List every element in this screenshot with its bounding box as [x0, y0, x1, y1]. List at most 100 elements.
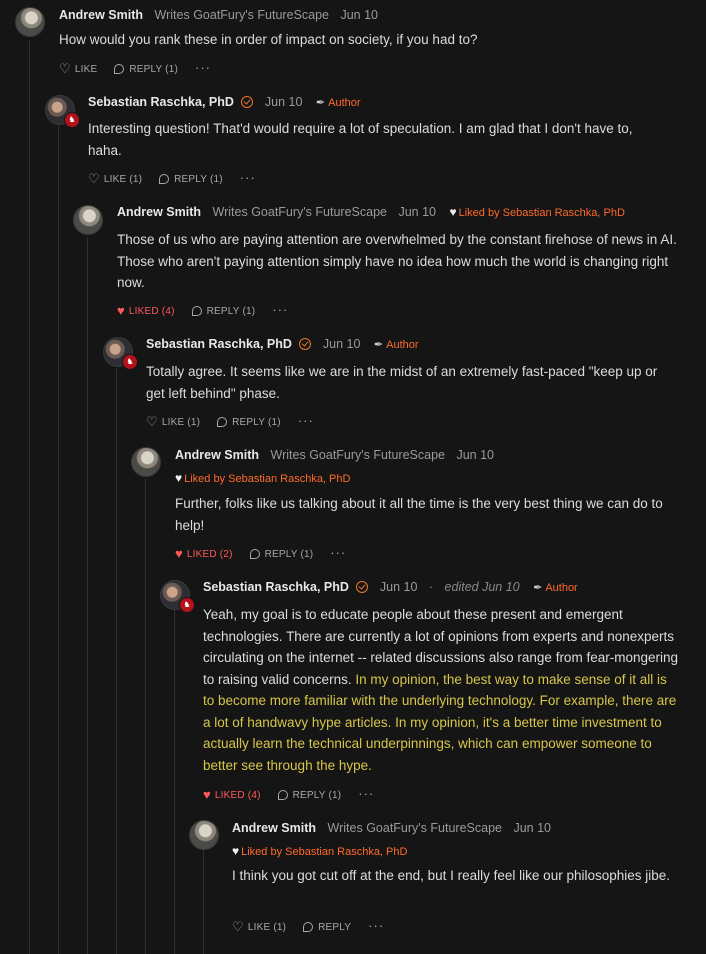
like-button[interactable]: ♥ LIKED (2) — [175, 546, 233, 561]
comment-date[interactable]: Jun 10 — [380, 580, 418, 594]
thread-line — [58, 125, 59, 954]
comment-date[interactable]: Jun 10 — [456, 448, 494, 462]
reply-icon — [217, 417, 228, 427]
comment-actions: ♡ LIKE REPLY (1) ··· — [59, 60, 211, 77]
author-subtitle[interactable]: Writes GoatFury's FutureScape — [213, 205, 387, 219]
heart-icon: ♥ — [175, 471, 183, 485]
verified-icon — [299, 338, 312, 350]
comment-date[interactable]: Jun 10 — [340, 8, 378, 22]
reply-button[interactable]: REPLY (1) — [114, 64, 178, 75]
comment-header: Andrew Smith Writes GoatFury's FutureSca… — [232, 821, 551, 835]
more-icon[interactable]: ··· — [272, 302, 288, 317]
avatar[interactable]: ♞ — [103, 337, 138, 370]
comment-actions: ♡ LIKE (1) REPLY (1) ··· — [146, 413, 314, 430]
comment-date[interactable]: Jun 10 — [323, 337, 361, 351]
separator: · — [428, 580, 434, 594]
comment-date[interactable]: Jun 10 — [513, 821, 551, 835]
comment-date[interactable]: Jun 10 — [265, 95, 303, 109]
reply-icon — [303, 922, 314, 932]
author-name[interactable]: Andrew Smith — [232, 821, 316, 835]
thread-line — [203, 850, 204, 954]
reply-button[interactable]: REPLY (1) — [249, 549, 314, 560]
avatar[interactable] — [73, 205, 103, 235]
like-button[interactable]: ♡ LIKE (1) — [146, 414, 200, 430]
more-icon[interactable]: ··· — [195, 60, 211, 75]
author-name[interactable]: Sebastian Raschka, PhD — [146, 337, 292, 351]
comment-actions: ♥ LIKED (4) REPLY (1) ··· — [117, 302, 288, 318]
reply-button[interactable]: REPLY (1) — [217, 417, 281, 428]
more-icon[interactable]: ··· — [358, 786, 374, 801]
heart-icon: ♥ — [203, 787, 211, 802]
reply-button[interactable]: REPLY (1) — [191, 306, 256, 317]
heart-icon: ♡ — [232, 919, 244, 934]
comment-actions: ♡ LIKE (1) REPLY (1) ··· — [88, 170, 256, 187]
comment-header: Sebastian Raschka, PhD Jun 10 · edited J… — [203, 580, 578, 594]
thread-line — [87, 237, 88, 954]
reply-icon — [159, 174, 170, 184]
comment-text: How would you rank these in order of imp… — [59, 32, 478, 47]
author-subtitle[interactable]: Writes GoatFury's FutureScape — [328, 821, 502, 835]
badge-icon: ♞ — [179, 597, 195, 613]
reply-icon — [114, 64, 125, 74]
thread-line — [145, 478, 146, 954]
comment-header: Sebastian Raschka, PhD Jun 10 ✒ Author — [146, 337, 419, 351]
author-subtitle[interactable]: Writes GoatFury's FutureScape — [271, 448, 445, 462]
like-button[interactable]: ♥ LIKED (4) — [203, 787, 261, 802]
reply-icon — [191, 306, 202, 316]
liked-by-author: ♥ Liked by Sebastian Raschka, PhD — [449, 205, 625, 219]
more-icon[interactable]: ··· — [240, 170, 256, 185]
thread-line — [116, 368, 117, 954]
like-button[interactable]: ♡ LIKE (1) — [88, 171, 142, 187]
author-tag: ✒ Author — [315, 97, 361, 109]
author-name[interactable]: Andrew Smith — [59, 8, 143, 22]
comment-date[interactable]: Jun 10 — [398, 205, 436, 219]
pen-icon: ✒ — [373, 339, 384, 351]
reply-icon — [277, 790, 288, 800]
avatar[interactable] — [15, 7, 45, 37]
comment-actions: ♡ LIKE (1) REPLY ··· — [232, 918, 384, 935]
author-tag: ✒ Author — [533, 582, 578, 594]
thread-line — [174, 610, 175, 954]
reply-icon — [249, 549, 260, 559]
heart-icon: ♡ — [59, 61, 71, 76]
comment-header: Andrew Smith Writes GoatFury's FutureSca… — [117, 205, 625, 219]
heart-icon: ♡ — [146, 414, 158, 429]
edited-label: edited Jun 10 — [444, 580, 520, 594]
author-name[interactable]: Sebastian Raschka, PhD — [88, 95, 234, 109]
thread-line — [29, 40, 30, 954]
verified-icon — [356, 581, 369, 593]
heart-icon: ♥ — [175, 546, 183, 561]
avatar[interactable] — [189, 820, 219, 850]
avatar[interactable]: ♞ — [160, 580, 195, 613]
reply-button[interactable]: REPLY (1) — [277, 790, 342, 801]
pen-icon: ✒ — [315, 97, 326, 109]
comment-header: Andrew Smith Writes GoatFury's FutureSca… — [59, 8, 378, 22]
author-tag: ✒ Author — [373, 339, 419, 351]
more-icon[interactable]: ··· — [368, 918, 384, 933]
author-name[interactable]: Sebastian Raschka, PhD — [203, 580, 349, 594]
like-button[interactable]: ♥ LIKED (4) — [117, 303, 175, 318]
verified-icon — [241, 96, 254, 108]
heart-icon: ♥ — [117, 303, 125, 318]
more-icon[interactable]: ··· — [330, 545, 346, 560]
comment-actions: ♥ LIKED (2) REPLY (1) ··· — [175, 545, 346, 561]
avatar[interactable] — [131, 447, 161, 477]
reply-button[interactable]: REPLY (1) — [159, 174, 223, 185]
reply-button[interactable]: REPLY — [303, 922, 351, 933]
comment-actions: ♥ LIKED (4) REPLY (1) ··· — [203, 786, 374, 802]
heart-icon: ♥ — [449, 205, 457, 219]
like-button[interactable]: ♡ LIKE — [59, 61, 97, 77]
like-button[interactable]: ♡ LIKE (1) — [232, 919, 286, 935]
more-icon[interactable]: ··· — [298, 413, 314, 428]
comment-text: Yeah, my goal is to educate people about… — [203, 604, 678, 776]
comment-text: I think you got cut off at the end, but … — [232, 868, 671, 883]
avatar[interactable]: ♞ — [45, 95, 80, 128]
author-name[interactable]: Andrew Smith — [117, 205, 201, 219]
author-subtitle[interactable]: Writes GoatFury's FutureScape — [155, 8, 329, 22]
heart-icon: ♥ — [232, 844, 240, 858]
comment-header: Sebastian Raschka, PhD Jun 10 ✒ Author — [88, 95, 361, 109]
author-name[interactable]: Andrew Smith — [175, 448, 259, 462]
badge-icon: ♞ — [122, 354, 138, 370]
heart-icon: ♡ — [88, 171, 100, 186]
comment-header: Andrew Smith Writes GoatFury's FutureSca… — [175, 448, 494, 462]
